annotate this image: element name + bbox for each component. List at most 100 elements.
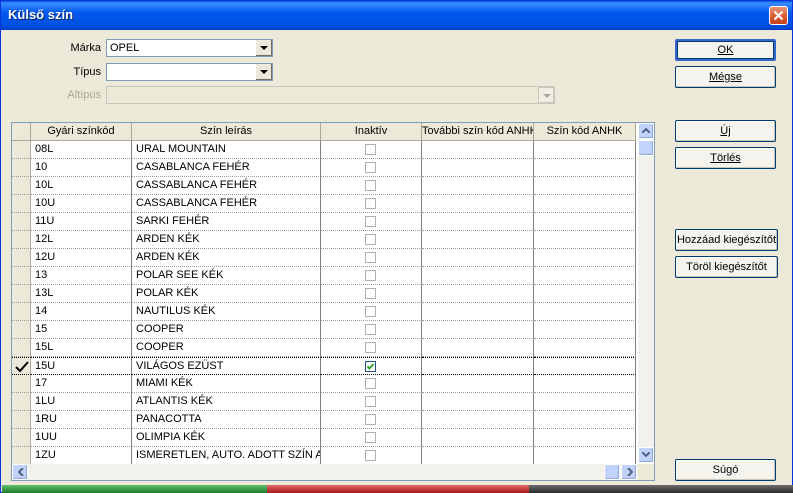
code-cell[interactable]: 10L — [31, 177, 132, 195]
extra-cell[interactable] — [422, 411, 534, 429]
anhk-cell[interactable] — [534, 339, 636, 357]
code-cell[interactable]: 12L — [31, 231, 132, 249]
inactive-checkbox[interactable] — [365, 432, 376, 443]
table-row[interactable]: 1RU PANACOTTA — [12, 411, 636, 429]
inactive-cell[interactable] — [321, 177, 422, 195]
row-indicator[interactable] — [12, 411, 31, 429]
anhk-cell[interactable] — [534, 375, 636, 393]
desc-cell[interactable]: ARDEN KÉK — [132, 231, 321, 249]
anhk-cell[interactable] — [534, 141, 636, 159]
table-row[interactable]: 17 MIAMI KÉK — [12, 375, 636, 393]
table-row[interactable]: 14 NAUTILUS KÉK — [12, 303, 636, 321]
extra-cell[interactable] — [422, 285, 534, 303]
inactive-checkbox[interactable] — [365, 270, 376, 281]
row-indicator[interactable] — [12, 429, 31, 447]
desc-cell[interactable]: POLAR KÉK — [132, 285, 321, 303]
code-cell[interactable]: 10 — [31, 159, 132, 177]
code-cell[interactable]: 15U — [31, 357, 132, 375]
extra-cell[interactable] — [422, 357, 534, 375]
anhk-cell[interactable] — [534, 321, 636, 339]
extra-cell[interactable] — [422, 321, 534, 339]
row-indicator[interactable] — [12, 303, 31, 321]
table-row[interactable]: 13L POLAR KÉK — [12, 285, 636, 303]
inactive-cell[interactable] — [321, 213, 422, 231]
table-row[interactable]: 13 POLAR SEE KÉK — [12, 267, 636, 285]
anhk-cell[interactable] — [534, 285, 636, 303]
inactive-checkbox[interactable] — [365, 414, 376, 425]
scroll-up-button[interactable] — [638, 123, 654, 139]
inactive-cell[interactable] — [321, 159, 422, 177]
header-anhk[interactable]: Szín kód ANHK — [534, 123, 636, 141]
extra-cell[interactable] — [422, 339, 534, 357]
marka-dropdown-button[interactable] — [255, 40, 272, 56]
ok-button[interactable]: OK — [675, 39, 776, 61]
inactive-checkbox[interactable] — [365, 198, 376, 209]
inactive-cell[interactable] — [321, 267, 422, 285]
inactive-checkbox[interactable] — [365, 378, 376, 389]
anhk-cell[interactable] — [534, 393, 636, 411]
extra-cell[interactable] — [422, 141, 534, 159]
inactive-cell[interactable] — [321, 339, 422, 357]
anhk-cell[interactable] — [534, 249, 636, 267]
tipus-dropdown-button[interactable] — [255, 64, 272, 80]
anhk-cell[interactable] — [534, 231, 636, 249]
close-button[interactable] — [769, 6, 788, 25]
row-indicator[interactable] — [12, 195, 31, 213]
inactive-checkbox[interactable] — [365, 162, 376, 173]
code-cell[interactable]: 17 — [31, 375, 132, 393]
header-code[interactable]: Gyári színkód — [31, 123, 132, 141]
code-cell[interactable]: 1LU — [31, 393, 132, 411]
title-bar[interactable]: Külső szín — [1, 1, 792, 30]
inactive-checkbox[interactable] — [365, 306, 376, 317]
desc-cell[interactable]: OLIMPIA KÉK — [132, 429, 321, 447]
row-indicator[interactable] — [12, 339, 31, 357]
table-row[interactable]: 15 COOPER — [12, 321, 636, 339]
scroll-left-button[interactable] — [12, 464, 28, 480]
extra-cell[interactable] — [422, 159, 534, 177]
row-indicator[interactable] — [12, 213, 31, 231]
row-indicator[interactable] — [12, 231, 31, 249]
anhk-cell[interactable] — [534, 195, 636, 213]
extra-cell[interactable] — [422, 195, 534, 213]
code-cell[interactable]: 13 — [31, 267, 132, 285]
add-accessory-button[interactable]: Hozzáad kiegészítőt — [675, 229, 778, 251]
extra-cell[interactable] — [422, 249, 534, 267]
extra-cell[interactable] — [422, 177, 534, 195]
header-inactive[interactable]: Inaktív — [321, 123, 422, 141]
code-cell[interactable]: 1ZU — [31, 447, 132, 465]
help-button[interactable]: Súgó — [675, 459, 776, 481]
extra-cell[interactable] — [422, 231, 534, 249]
header-description[interactable]: Szín leírás — [132, 123, 321, 141]
extra-cell[interactable] — [422, 375, 534, 393]
code-cell[interactable]: 14 — [31, 303, 132, 321]
tipus-select[interactable] — [106, 63, 273, 81]
inactive-checkbox[interactable] — [365, 252, 376, 263]
table-row[interactable]: 10U CASSABLANCA FEHÉR — [12, 195, 636, 213]
row-indicator[interactable] — [12, 285, 31, 303]
row-indicator[interactable] — [12, 267, 31, 285]
anhk-cell[interactable] — [534, 177, 636, 195]
anhk-cell[interactable] — [534, 411, 636, 429]
code-cell[interactable]: 10U — [31, 195, 132, 213]
row-indicator[interactable] — [12, 393, 31, 411]
code-cell[interactable]: 13L — [31, 285, 132, 303]
inactive-cell[interactable] — [321, 429, 422, 447]
desc-cell[interactable]: POLAR SEE KÉK — [132, 267, 321, 285]
new-button[interactable]: Új — [675, 120, 776, 142]
extra-cell[interactable] — [422, 267, 534, 285]
anhk-cell[interactable] — [534, 267, 636, 285]
desc-cell[interactable]: CASABLANCA FEHÉR — [132, 159, 321, 177]
desc-cell[interactable]: COOPER — [132, 321, 321, 339]
inactive-checkbox[interactable] — [365, 450, 376, 461]
desc-cell[interactable]: PANACOTTA — [132, 411, 321, 429]
inactive-checkbox[interactable] — [365, 144, 376, 155]
desc-cell[interactable]: VILÁGOS EZÜST — [132, 357, 321, 375]
code-cell[interactable]: 15L — [31, 339, 132, 357]
inactive-checkbox[interactable] — [365, 234, 376, 245]
desc-cell[interactable]: CASSABLANCA FEHÉR — [132, 195, 321, 213]
row-indicator[interactable] — [12, 447, 31, 465]
row-indicator[interactable] — [12, 375, 31, 393]
code-cell[interactable]: 1UU — [31, 429, 132, 447]
inactive-checkbox[interactable] — [365, 361, 376, 372]
table-row[interactable]: 1UU OLIMPIA KÉK — [12, 429, 636, 447]
